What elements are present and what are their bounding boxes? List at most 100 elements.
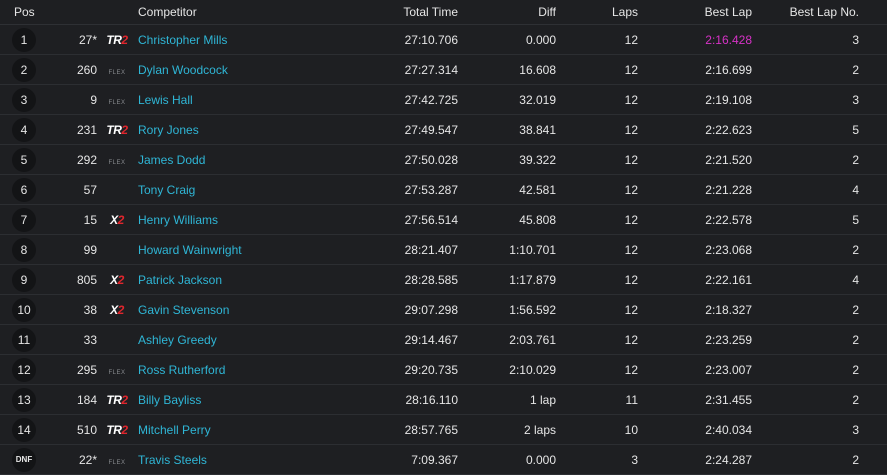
position-badge: 4	[12, 117, 36, 142]
class-cell: X2	[102, 205, 132, 234]
position-cell: 5	[0, 145, 48, 174]
competitor-name-link[interactable]: Henry Williams	[138, 213, 218, 227]
competitor-name-link[interactable]: Christopher Mills	[138, 33, 227, 47]
diff: 39.322	[519, 152, 556, 167]
class-cell: FLEX	[102, 445, 132, 474]
best-lap: 2:23.259	[705, 332, 752, 347]
table-row[interactable]: 7 15 X2 Henry Williams 27:56.514 45.808 12 2:22…	[0, 205, 887, 235]
header-pos[interactable]: Pos	[14, 0, 54, 24]
competitor-name-link[interactable]: Travis Steels	[138, 453, 207, 467]
class-logo-text: TR	[106, 122, 122, 137]
competitor-name-link[interactable]: Tony Craig	[138, 183, 195, 197]
car-number: 295	[76, 362, 97, 377]
table-row[interactable]: 1 27* TR2 Christopher Mills 27:10.706 0.000 12…	[0, 25, 887, 55]
class-cell	[102, 235, 132, 264]
total-time: 28:57.765	[404, 422, 458, 437]
best-lap-no: 3	[852, 422, 859, 437]
competitor-name-link[interactable]: Ashley Greedy	[138, 333, 217, 347]
class-logo-text: FLEX	[108, 159, 126, 166]
position-cell: 1	[0, 25, 48, 54]
class-logo-flex: FLEX	[108, 453, 125, 467]
competitor-cell: Ashley Greedy	[138, 325, 378, 354]
best-lap-no: 2	[852, 302, 859, 317]
best-lap-no: 3	[852, 32, 859, 47]
car-number: 805	[76, 272, 97, 287]
car-number: 292	[76, 152, 97, 167]
position-cell: 10	[0, 295, 48, 324]
competitor-name-link[interactable]: Patrick Jackson	[138, 273, 222, 287]
header-total-time[interactable]: Total Time	[380, 0, 458, 24]
class-cell: TR2	[102, 25, 132, 54]
table-row[interactable]: 9 805 X2 Patrick Jackson 28:28.585 1:17.879 12…	[0, 265, 887, 295]
class-logo-text: FLEX	[108, 69, 126, 76]
competitor-name-link[interactable]: Billy Bayliss	[138, 393, 201, 407]
competitor-cell: Travis Steels	[138, 445, 378, 474]
car-number: 9	[90, 92, 97, 107]
table-row[interactable]: 13 184 TR2 Billy Bayliss 28:16.110 1 lap 11 2:3…	[0, 385, 887, 415]
table-row[interactable]: 10 38 X2 Gavin Stevenson 29:07.298 1:56.592 12…	[0, 295, 887, 325]
total-time: 28:21.407	[404, 242, 458, 257]
diff: 38.841	[519, 122, 556, 137]
header-best-lap[interactable]: Best Lap	[680, 0, 752, 24]
header-diff[interactable]: Diff	[480, 0, 556, 24]
diff: 2:03.761	[509, 332, 556, 347]
competitor-name-link[interactable]: Dylan Woodcock	[138, 63, 228, 77]
table-row[interactable]: 8 99 Howard Wainwright 28:21.407 1:10.701 12 2…	[0, 235, 887, 265]
total-time: 27:53.287	[404, 182, 458, 197]
total-time: 27:49.547	[404, 122, 458, 137]
competitor-name-link[interactable]: Ross Rutherford	[138, 363, 225, 377]
class-logo-accent: 2	[117, 302, 125, 317]
header-competitor[interactable]: Competitor	[138, 0, 378, 24]
total-time: 27:42.725	[404, 92, 458, 107]
position-cell: 2	[0, 55, 48, 84]
best-lap-no: 2	[852, 392, 859, 407]
position-badge: 3	[12, 87, 36, 112]
header-laps[interactable]: Laps	[580, 0, 638, 24]
best-lap: 2:18.327	[705, 302, 752, 317]
class-logo-x2: X2	[110, 303, 124, 317]
car-number: 231	[76, 122, 97, 137]
class-logo-text: FLEX	[108, 369, 126, 376]
class-logo-tr2: TR2	[106, 122, 128, 137]
competitor-name-link[interactable]: Rory Jones	[138, 123, 199, 137]
table-row[interactable]: 6 57 Tony Craig 27:53.287 42.581 12 2:21.228 4	[0, 175, 887, 205]
class-logo-tr2: TR2	[106, 393, 128, 407]
class-logo-x2: X2	[110, 213, 124, 227]
best-lap: 2:31.455	[705, 392, 752, 407]
table-row[interactable]: 14 510 TR2 Mitchell Perry 28:57.765 2 laps 10 2…	[0, 415, 887, 445]
table-row[interactable]: 3 9 FLEX Lewis Hall 27:42.725 32.019 12 2:19.10…	[0, 85, 887, 115]
class-logo-text: X	[110, 302, 118, 317]
total-time: 27:27.314	[404, 62, 458, 77]
best-lap-no: 5	[852, 122, 859, 137]
position-cell: 8	[0, 235, 48, 264]
class-logo-flex: FLEX	[108, 363, 125, 377]
competitor-name-link[interactable]: James Dodd	[138, 153, 205, 167]
table-row[interactable]: 11 33 Ashley Greedy 29:14.467 2:03.761 12 2:23…	[0, 325, 887, 355]
position-badge: 13	[12, 387, 36, 412]
table-row[interactable]: 5 292 FLEX James Dodd 27:50.028 39.322 12 2:21.…	[0, 145, 887, 175]
class-cell: FLEX	[102, 55, 132, 84]
table-row[interactable]: 12 295 FLEX Ross Rutherford 29:20.735 2:10.02…	[0, 355, 887, 385]
best-lap-no: 2	[852, 62, 859, 77]
position-cell: 13	[0, 385, 48, 414]
position-badge: 14	[12, 417, 36, 442]
header-best-lap-no[interactable]: Best Lap No.	[770, 0, 859, 24]
competitor-cell: Patrick Jackson	[138, 265, 378, 294]
competitor-name-link[interactable]: Gavin Stevenson	[138, 303, 229, 317]
diff: 2 laps	[523, 422, 556, 437]
position-badge: DNF	[12, 447, 36, 472]
laps: 12	[624, 302, 638, 317]
best-lap: 2:21.520	[705, 152, 752, 167]
competitor-name-link[interactable]: Howard Wainwright	[138, 243, 242, 257]
table-row[interactable]: 4 231 TR2 Rory Jones 27:49.547 38.841 12 2:22.6…	[0, 115, 887, 145]
class-logo-text: X	[110, 272, 118, 287]
car-number: 57	[83, 182, 97, 197]
laps: 3	[631, 452, 638, 467]
competitor-name-link[interactable]: Lewis Hall	[138, 93, 193, 107]
class-logo-text: TR	[106, 32, 122, 47]
table-row[interactable]: 2 260 FLEX Dylan Woodcock 27:27.314 16.608 12 2…	[0, 55, 887, 85]
competitor-name-link[interactable]: Mitchell Perry	[138, 423, 211, 437]
table-row[interactable]: DNF 22* FLEX Travis Steels 7:09.367 0.000 3 2:2…	[0, 445, 887, 475]
competitor-cell: Henry Williams	[138, 205, 378, 234]
table-header: Pos Competitor Total Time Diff Laps Best…	[0, 0, 887, 25]
